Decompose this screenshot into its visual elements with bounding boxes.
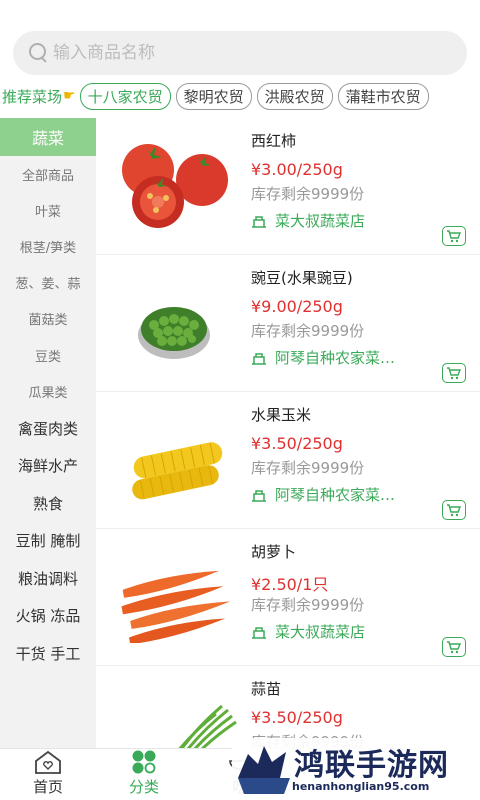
product-list[interactable]: 西红柿 ¥3.00/250g 库存剩余9999份 菜大叔蔬菜店 豌豆(水果豌豆)… <box>96 118 480 748</box>
search-icon <box>27 42 49 64</box>
category-item-vegetables[interactable]: 蔬菜 <box>0 118 96 156</box>
tab-category[interactable]: 分类 <box>96 749 192 800</box>
product-name: 水果玉米 <box>251 406 312 424</box>
market-chip[interactable]: 十八家农贸 <box>79 82 171 110</box>
shop-icon <box>252 489 266 502</box>
add-to-cart-icon[interactable] <box>442 500 466 520</box>
product-item[interactable]: 胡萝卜 ¥2.50/1只 库存剩余9999份 菜大叔蔬菜店 <box>96 529 480 666</box>
product-item[interactable]: 蒜苗 ¥3.50/250g 库存剩余9999份 <box>96 666 480 748</box>
shop-name: 菜大叔蔬菜店 <box>275 212 366 230</box>
product-name: 蒜苗 <box>251 680 282 698</box>
product-stock: 库存剩余9999份 <box>251 596 365 614</box>
category-item[interactable]: 豆类 <box>0 337 96 373</box>
product-item[interactable]: 西红柿 ¥3.00/250g 库存剩余9999份 菜大叔蔬菜店 <box>96 118 480 255</box>
category-item[interactable]: 禽蛋肉类 <box>0 409 96 447</box>
product-name: 豌豆(水果豌豆) <box>251 269 353 287</box>
category-item[interactable]: 粮油调料 <box>0 559 96 597</box>
shop-link[interactable]: 菜大叔蔬菜店 <box>251 210 365 231</box>
product-price: ¥3.00/250g <box>251 160 343 179</box>
recommend-market-label: 推荐菜场 ☛ <box>2 86 76 107</box>
product-stock: 库存剩余9999份 <box>251 322 365 340</box>
product-price: ¥3.50/250g <box>251 434 343 453</box>
watermark-logo <box>238 746 290 794</box>
product-item[interactable]: 水果玉米 ¥3.50/250g 库存剩余9999份 阿琴自种农家菜… <box>96 392 480 529</box>
market-chip[interactable]: 洪殿农贸 <box>256 82 333 110</box>
product-price: ¥9.00/250g <box>251 297 343 316</box>
tab-label: 首页 <box>32 778 63 796</box>
category-item[interactable]: 葱、姜、蒜 <box>0 265 96 301</box>
add-to-cart-icon[interactable] <box>442 637 466 657</box>
market-chip[interactable]: 蒲鞋市农贸 <box>337 82 429 110</box>
shop-link[interactable]: 菜大叔蔬菜店 <box>251 621 365 642</box>
add-to-cart-icon[interactable] <box>442 226 466 246</box>
shop-name: 阿琴自种农家菜… <box>275 486 396 504</box>
search-bar[interactable] <box>13 31 467 75</box>
shop-link[interactable]: 阿琴自种农家菜… <box>251 347 395 368</box>
product-stock: 库存剩余9999份 <box>251 459 365 477</box>
category-item[interactable]: 海鲜水产 <box>0 447 96 485</box>
shop-icon <box>252 626 266 639</box>
peas-image <box>138 307 210 359</box>
shop-icon <box>252 215 266 228</box>
product-name: 胡萝卜 <box>251 543 297 561</box>
product-item[interactable]: 豌豆(水果豌豆) ¥9.00/250g 库存剩余9999份 阿琴自种农家菜… <box>96 255 480 392</box>
category-item[interactable]: 全部商品 <box>0 156 96 192</box>
pointing-hand-icon: ☛ <box>63 88 76 104</box>
add-to-cart-icon[interactable] <box>442 363 466 383</box>
tab-label: 分类 <box>128 778 159 796</box>
category-item[interactable]: 叶菜 <box>0 192 96 228</box>
watermark-url: henanhonglian95.com <box>292 780 430 793</box>
corn-image <box>132 442 223 500</box>
category-item[interactable]: 菌菇类 <box>0 301 96 337</box>
category-item[interactable]: 干货 手工 <box>0 634 96 672</box>
category-item[interactable]: 熟食 <box>0 484 96 522</box>
watermark: 鸿联手游网 henanhonglian95.com <box>232 738 480 800</box>
carrot-image <box>121 570 231 643</box>
shop-link[interactable]: 阿琴自种农家菜… <box>251 484 395 505</box>
watermark-title: 鸿联手游网 <box>294 748 449 783</box>
market-chip[interactable]: 黎明农贸 <box>175 82 252 110</box>
category-sidebar: 蔬菜 全部商品 叶菜 根茎/笋类 葱、姜、蒜 菌菇类 豆类 瓜果类 禽蛋肉类 海… <box>0 118 96 748</box>
product-stock: 库存剩余9999份 <box>251 185 365 203</box>
recommend-text: 推荐菜场 <box>2 87 63 106</box>
category-icon <box>132 750 156 774</box>
tomato-image <box>122 144 228 228</box>
category-item[interactable]: 根茎/笋类 <box>0 228 96 264</box>
market-chips: 推荐菜场 ☛ 十八家农贸 黎明农贸 洪殿农贸 蒲鞋市农贸 <box>0 82 480 110</box>
category-item[interactable]: 瓜果类 <box>0 373 96 409</box>
category-item[interactable]: 豆制 腌制 <box>0 522 96 560</box>
shop-icon <box>252 352 266 365</box>
shop-name: 阿琴自种农家菜… <box>275 349 396 367</box>
home-icon <box>35 750 61 774</box>
product-price: ¥3.50/250g <box>251 708 343 727</box>
category-item[interactable]: 火锅 冻品 <box>0 597 96 635</box>
product-name: 西红柿 <box>251 132 297 150</box>
tab-home[interactable]: 首页 <box>0 749 96 800</box>
garlic-sprout-image <box>178 704 237 748</box>
search-input[interactable] <box>53 43 413 63</box>
shop-name: 菜大叔蔬菜店 <box>275 623 366 641</box>
product-price: ¥2.50/1只 <box>251 575 329 594</box>
